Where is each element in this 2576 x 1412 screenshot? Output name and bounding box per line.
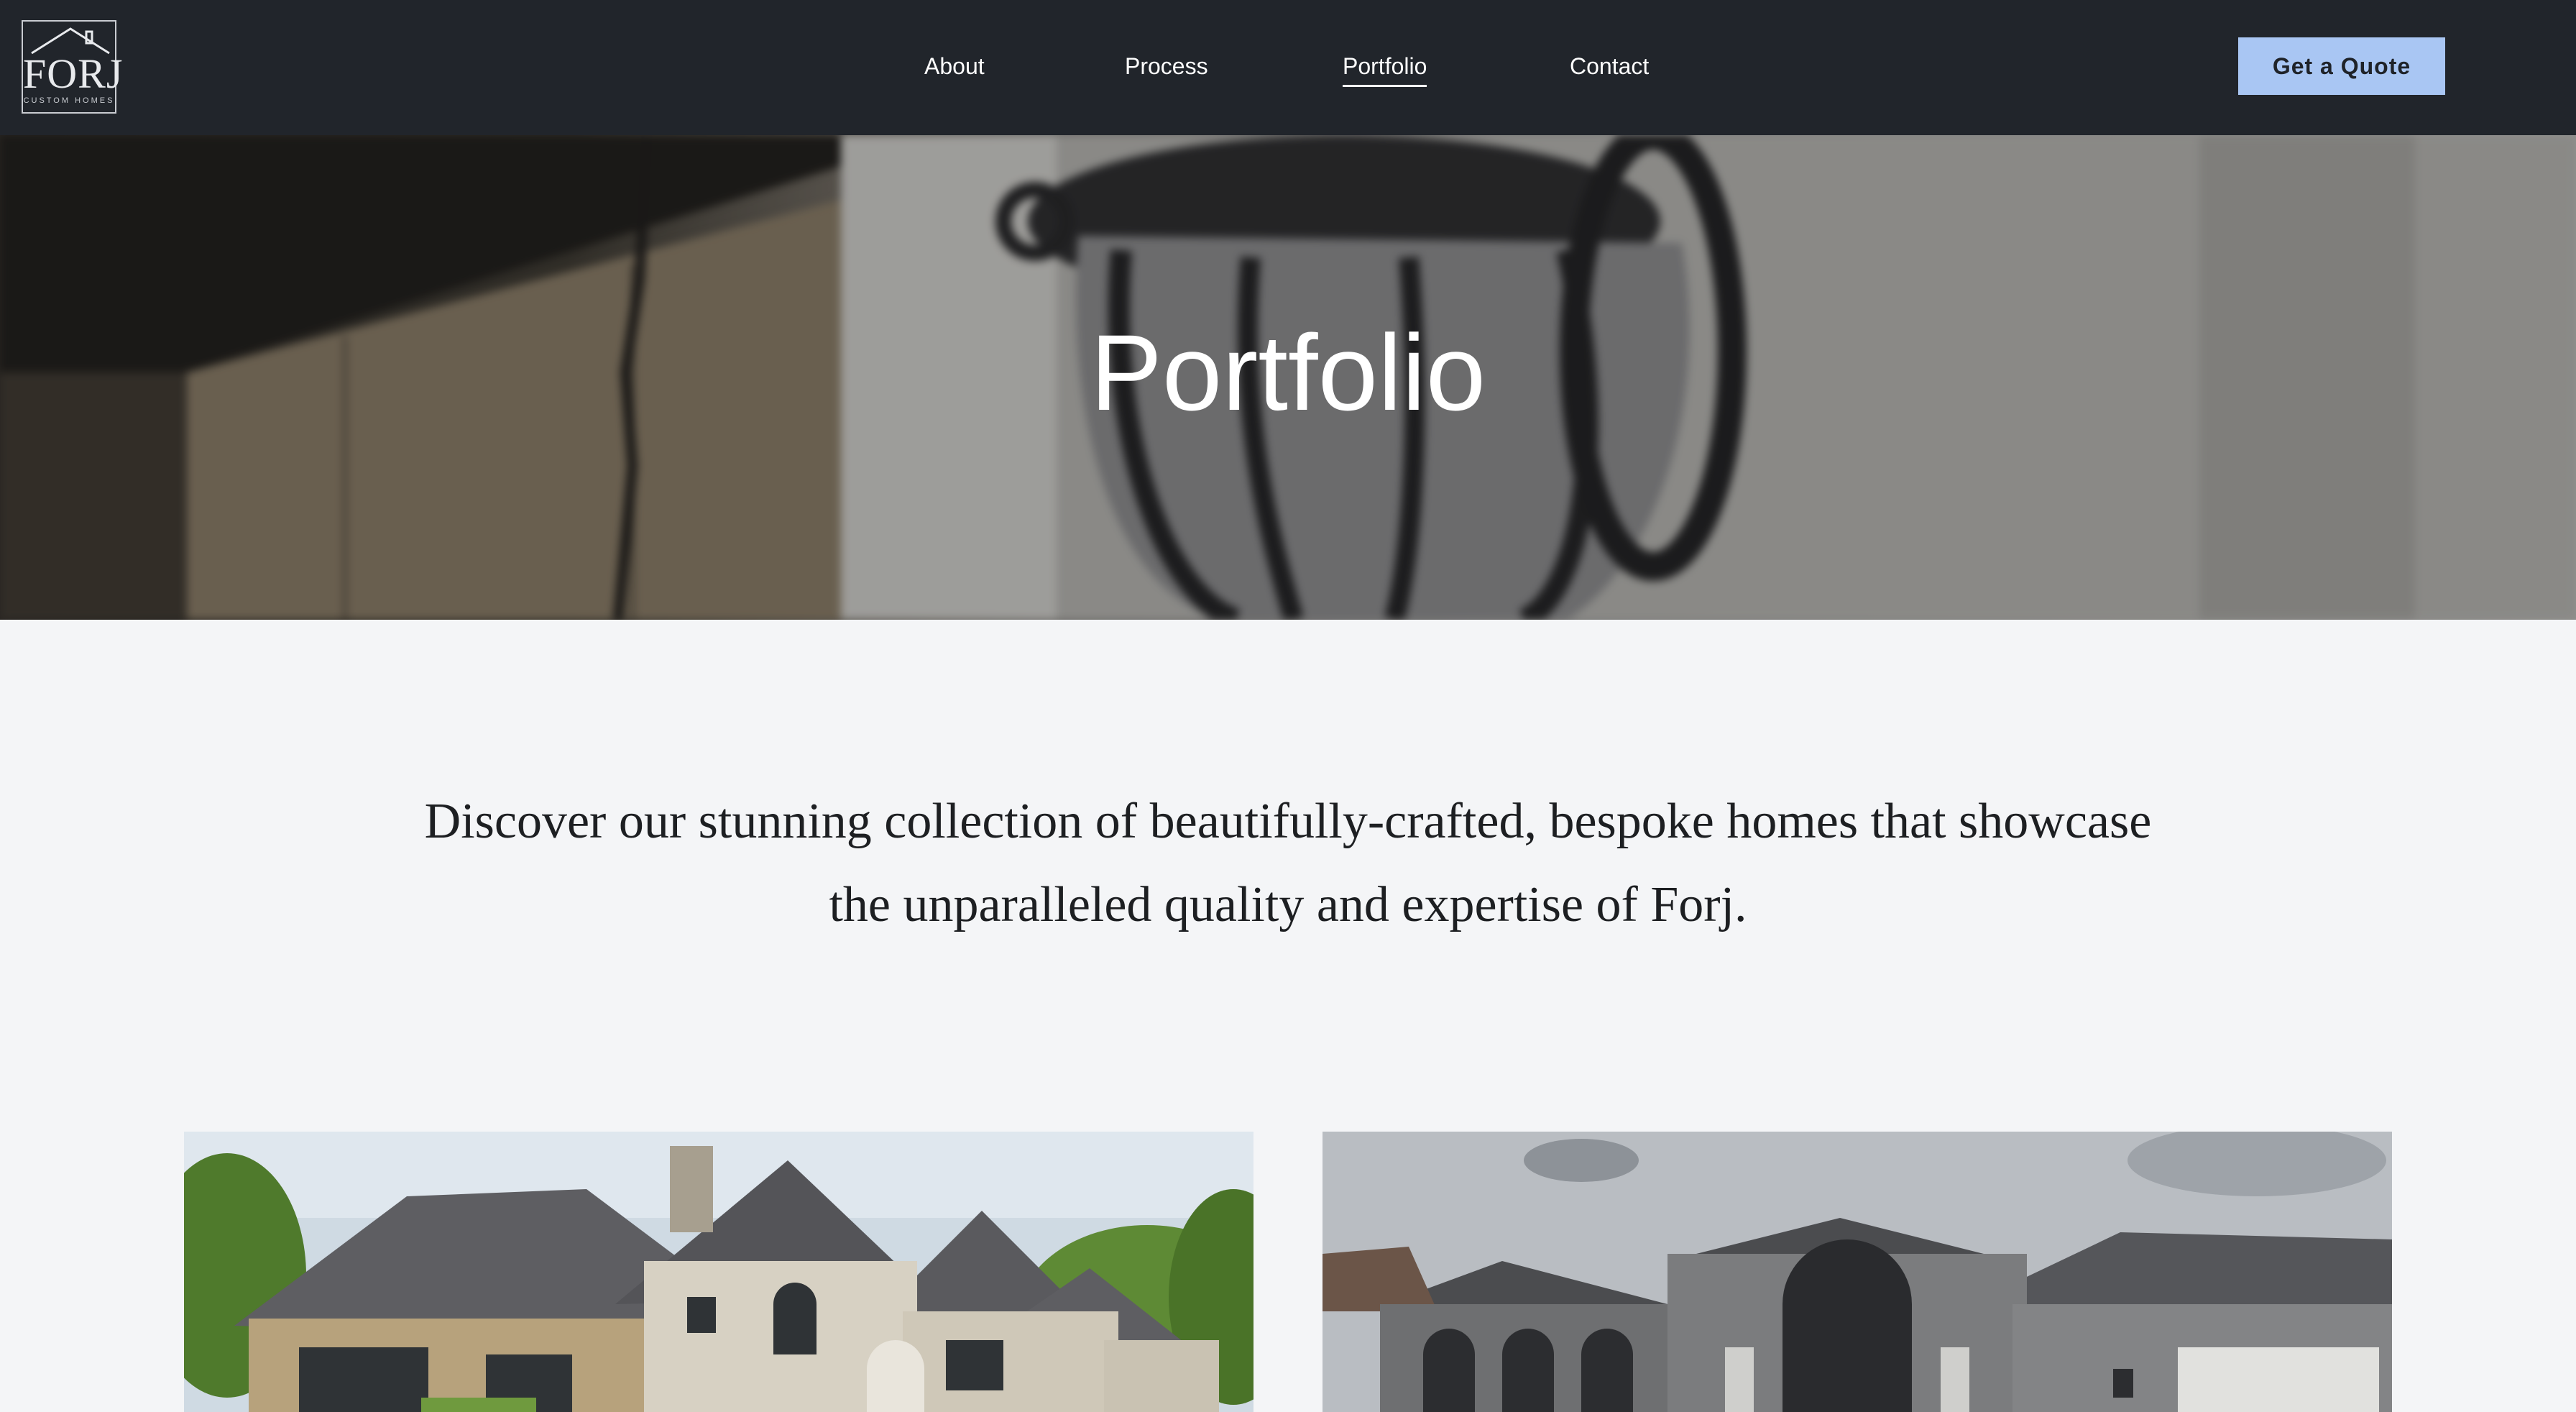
hero-banner: Portfolio [0, 135, 2576, 620]
portfolio-intro-text: Discover our stunning collection of beau… [424, 794, 2152, 932]
page-title: Portfolio [1090, 312, 1486, 433]
site-header: FORJ CUSTOM HOMES About Process Portfoli… [0, 0, 2576, 135]
get-a-quote-button[interactable]: Get a Quote [2238, 37, 2445, 95]
nav-contact[interactable]: Contact [1570, 50, 1649, 82]
nav-process[interactable]: Process [1125, 50, 1208, 82]
main-nav: About Process Portfolio Contact [0, 0, 2576, 135]
stone-manor-house-photo [184, 1132, 1254, 1412]
portfolio-card-stucco-villa[interactable] [1322, 1132, 2392, 1412]
nav-portfolio[interactable]: Portfolio [1343, 50, 1427, 87]
stucco-villa-house-photo [1322, 1132, 2392, 1412]
nav-about[interactable]: About [924, 50, 985, 82]
portfolio-card-stone-manor[interactable] [184, 1132, 1254, 1412]
